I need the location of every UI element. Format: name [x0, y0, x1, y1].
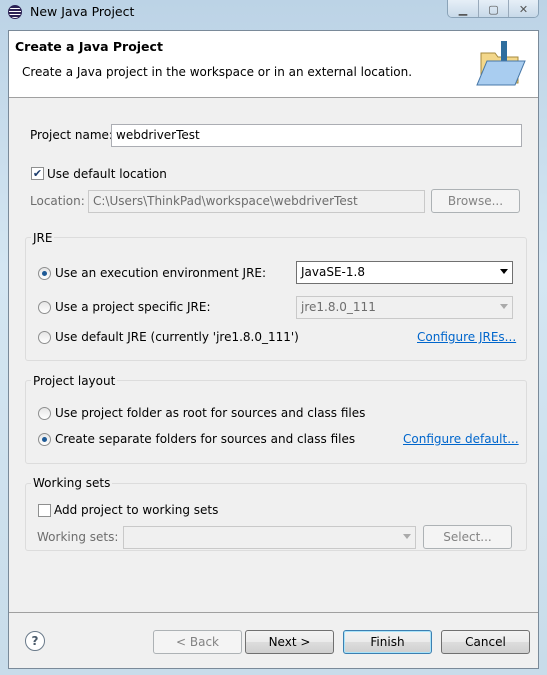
maximize-button[interactable]: ▢ [478, 0, 508, 17]
execution-env-combo[interactable]: JavaSE-1.8 [296, 261, 513, 284]
location-input[interactable]: C:\Users\ThinkPad\workspace\webdriverTes… [88, 190, 425, 213]
wizard-title: Create a Java Project [15, 39, 163, 54]
project-root-label: Use project folder as root for sources a… [55, 406, 366, 420]
chevron-down-icon [403, 534, 411, 539]
execution-env-radio[interactable] [38, 267, 51, 280]
cancel-button[interactable]: Cancel [441, 630, 530, 654]
back-button[interactable]: < Back [153, 630, 242, 654]
use-default-location-label: Use default location [47, 167, 167, 181]
app-icon [8, 5, 22, 19]
chevron-down-icon [500, 269, 508, 274]
project-layout-group [25, 380, 527, 464]
add-to-working-sets-checkbox[interactable] [38, 504, 51, 517]
separate-folders-label: Create separate folders for sources and … [55, 432, 356, 446]
select-working-sets-button[interactable]: Select... [423, 525, 512, 549]
window-controls: ▁ ▢ ✕ [447, 0, 539, 18]
new-java-project-folder-icon [476, 41, 526, 86]
project-specific-jre-label: Use a project specific JRE: [55, 300, 211, 314]
project-specific-jre-combo[interactable]: jre1.8.0_111 [296, 296, 513, 319]
configure-default-link[interactable]: Configure default... [403, 432, 519, 446]
project-layout-label: Project layout [31, 374, 118, 388]
window-title: New Java Project [30, 4, 135, 19]
next-button[interactable]: Next > [245, 630, 334, 654]
execution-env-value: JavaSE-1.8 [301, 265, 365, 279]
project-specific-jre-value: jre1.8.0_111 [301, 300, 376, 314]
working-sets-label: Working sets: [37, 530, 119, 544]
add-to-working-sets-label: Add project to working sets [54, 503, 219, 517]
use-default-location-checkbox[interactable]: ✔ [31, 167, 44, 180]
wizard-description: Create a Java project in the workspace o… [22, 65, 413, 79]
working-sets-combo[interactable] [123, 526, 416, 549]
wizard-header: Create a Java Project Create a Java proj… [9, 31, 538, 98]
minimize-button[interactable]: ▁ [448, 0, 478, 17]
footer-divider [9, 612, 538, 613]
configure-jres-link[interactable]: Configure JREs... [417, 330, 516, 344]
close-button[interactable]: ✕ [508, 0, 538, 17]
execution-env-label: Use an execution environment JRE: [55, 266, 267, 280]
dialog: Create a Java Project Create a Java proj… [8, 30, 539, 669]
project-name-input[interactable]: webdriverTest [111, 124, 522, 147]
default-jre-radio[interactable] [38, 331, 51, 344]
finish-button[interactable]: Finish [343, 630, 432, 654]
default-jre-label: Use default JRE (currently 'jre1.8.0_111… [55, 330, 299, 344]
chevron-down-icon [500, 304, 508, 309]
project-name-label: Project name: [30, 128, 113, 142]
separate-folders-radio[interactable] [38, 433, 51, 446]
browse-button[interactable]: Browse... [431, 189, 520, 213]
working-sets-group-label: Working sets [31, 476, 113, 490]
project-root-radio[interactable] [38, 407, 51, 420]
jre-group-label: JRE [31, 231, 55, 245]
help-icon[interactable]: ? [25, 631, 45, 651]
location-label: Location: [30, 194, 85, 208]
project-specific-jre-radio[interactable] [38, 301, 51, 314]
